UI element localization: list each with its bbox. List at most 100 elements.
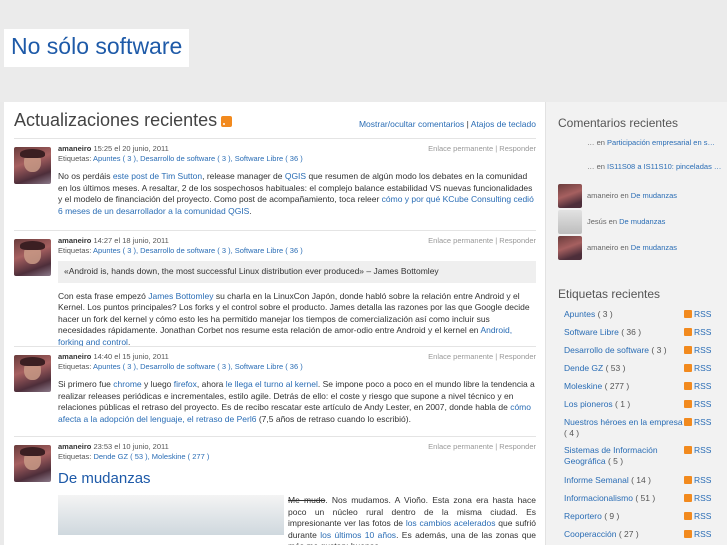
- post-text: , ahora: [196, 379, 226, 389]
- rss-icon: [684, 418, 692, 426]
- post-date[interactable]: 14:40 el 15 junio, 2011: [93, 352, 168, 361]
- comment-post-link[interactable]: De mudanzas: [631, 243, 677, 252]
- post-link[interactable]: este post de Tim Sutton: [113, 171, 202, 181]
- author-avatar[interactable]: [14, 147, 51, 184]
- author-link[interactable]: amaneiro: [58, 352, 91, 361]
- tag-rss-link[interactable]: RSS: [684, 475, 711, 486]
- tags-label: Etiquetas:: [58, 154, 92, 163]
- rss-icon: [684, 446, 692, 454]
- tag-rss-link[interactable]: RSS: [684, 529, 711, 540]
- tag-count: ( 14 ): [631, 475, 651, 485]
- post-text: .: [249, 205, 252, 216]
- site-title-link[interactable]: No sólo software: [4, 29, 190, 67]
- rss-label: RSS: [694, 363, 712, 373]
- post-link[interactable]: firefox: [174, 379, 197, 389]
- tag-rss-link[interactable]: RSS: [684, 493, 711, 504]
- author-link[interactable]: amaneiro: [58, 236, 91, 245]
- permalink-reply[interactable]: Enlace permanente | Responder: [428, 442, 536, 452]
- tag-link[interactable]: Cooperacción: [564, 529, 616, 539]
- keyboard-shortcuts-link[interactable]: Atajos de teclado: [471, 119, 536, 129]
- post-date[interactable]: 14:27 el 18 junio, 2011: [93, 236, 168, 245]
- post-date[interactable]: 15:25 el 20 junio, 2011: [93, 144, 168, 153]
- tag-rss-link[interactable]: RSS: [684, 363, 711, 374]
- permalink-reply[interactable]: Enlace permanente | Responder: [428, 352, 536, 362]
- tag-link[interactable]: Informe Semanal: [564, 475, 629, 485]
- post-text: y luego: [141, 379, 174, 389]
- comment-author: amaneiro en: [587, 243, 631, 252]
- post-text: No os perdáis: [58, 171, 113, 181]
- tag-rss-link[interactable]: RSS: [684, 381, 711, 392]
- tag-link[interactable]: Los pioneros: [564, 399, 613, 409]
- tag-link[interactable]: Dende GZ: [564, 363, 603, 373]
- sidebar: Comentarios recientes … en Participación…: [545, 102, 727, 545]
- post-image: [58, 495, 284, 535]
- recent-comment: amaneiro en De mudanzas: [558, 236, 726, 260]
- tag-rss-link[interactable]: RSS: [684, 511, 711, 522]
- author-avatar[interactable]: [14, 239, 51, 276]
- tag-count: ( 53 ): [605, 363, 626, 373]
- author-avatar[interactable]: [14, 355, 51, 392]
- tag-count: ( 3 ): [651, 345, 667, 355]
- tag-rss-link[interactable]: RSS: [684, 309, 711, 320]
- tag-link[interactable]: Reportero: [564, 511, 602, 521]
- rss-feed-icon[interactable]: [221, 116, 233, 127]
- post-tags[interactable]: Apuntes ( 3 ), Desarrollo de software ( …: [93, 154, 303, 163]
- author-link[interactable]: amaneiro: [58, 144, 91, 153]
- tag-link[interactable]: Nuestros héroes en la empresa: [564, 417, 683, 427]
- tag-rss-link[interactable]: RSS: [684, 399, 711, 410]
- commenter-avatar[interactable]: [558, 236, 582, 260]
- tag-link[interactable]: Moleskine: [564, 381, 602, 391]
- comment-post-link[interactable]: De mudanzas: [619, 217, 665, 226]
- post-4: amaneiro 23:53 el 10 junio, 2011 Etiquet…: [14, 436, 536, 545]
- tag-link[interactable]: Software Libre: [564, 327, 619, 337]
- tag-rss-link[interactable]: RSS: [684, 327, 711, 338]
- rss-label: RSS: [694, 417, 712, 427]
- post-tags[interactable]: Apuntes ( 3 ), Desarrollo de software ( …: [93, 246, 303, 255]
- tag-rss-link[interactable]: RSS: [684, 345, 711, 356]
- comment-post-link[interactable]: De mudanzas: [631, 191, 677, 200]
- post-link[interactable]: chrome: [113, 379, 141, 389]
- permalink-reply[interactable]: Enlace permanente | Responder: [428, 236, 536, 246]
- tag-rss-link[interactable]: RSS: [684, 445, 711, 456]
- tag-count: ( 1 ): [615, 399, 631, 409]
- post-title-link[interactable]: De mudanzas: [58, 470, 151, 487]
- post-link[interactable]: los últimos 10 años: [320, 530, 396, 540]
- tag-count: ( 3 ): [597, 309, 613, 319]
- author-link[interactable]: amaneiro: [58, 442, 91, 451]
- post-text: , release manager de: [202, 171, 285, 181]
- post-tags[interactable]: Apuntes ( 3 ), Desarrollo de software ( …: [93, 362, 303, 371]
- permalink-reply[interactable]: Enlace permanente | Responder: [428, 144, 536, 154]
- post-link[interactable]: los cambios acelerados: [406, 518, 496, 528]
- rss-icon: [684, 400, 692, 408]
- post-text: Con esta frase empezó: [58, 290, 149, 301]
- post-date[interactable]: 23:53 el 10 junio, 2011: [93, 442, 168, 451]
- rss-icon: [684, 476, 692, 484]
- tag-link[interactable]: Desarrollo de software: [564, 345, 649, 355]
- tag-rss-link[interactable]: RSS: [684, 417, 711, 428]
- strikethrough-text: Me mudo: [288, 495, 326, 505]
- post-link[interactable]: le llega el turno al kernel: [226, 379, 318, 389]
- comment-author: amaneiro en: [587, 191, 631, 200]
- tag-link[interactable]: Apuntes: [564, 309, 595, 319]
- post-2: amaneiro 14:27 el 18 junio, 2011 Etiquet…: [14, 230, 536, 348]
- tag-count: ( 277 ): [604, 381, 630, 391]
- comment-author: Jesús en: [587, 217, 620, 226]
- author-avatar[interactable]: [14, 445, 51, 482]
- rss-label: RSS: [694, 511, 712, 521]
- rss-icon: [684, 328, 692, 336]
- commenter-avatar[interactable]: [558, 210, 582, 234]
- post-link[interactable]: QGIS: [285, 171, 306, 181]
- post-body: «Android is, hands down, the most succes…: [58, 261, 536, 348]
- post-link[interactable]: James Bottomley: [148, 291, 213, 301]
- post-tags[interactable]: Dende GZ ( 53 ), Moleskine ( 277 ): [93, 452, 209, 461]
- recent-comment: … en Participación empresarial en s…: [558, 138, 726, 158]
- post-meta: amaneiro 14:27 el 18 junio, 2011 Etiquet…: [58, 236, 536, 256]
- tag-link[interactable]: Informacionalismo: [564, 493, 633, 503]
- commenter-avatar[interactable]: [558, 184, 582, 208]
- blockquote: «Android is, hands down, the most succes…: [58, 261, 536, 283]
- comment-post-link[interactable]: Participación empresarial en s…: [607, 138, 715, 147]
- toggle-comments-link[interactable]: Mostrar/ocultar comentarios: [359, 119, 464, 129]
- comment-post-link[interactable]: IS11S08 a IS11S10: pinceladas …: [607, 162, 721, 171]
- post-meta: amaneiro 15:25 el 20 junio, 2011 Etiquet…: [58, 144, 536, 164]
- tag-count: ( 4 ): [564, 428, 580, 438]
